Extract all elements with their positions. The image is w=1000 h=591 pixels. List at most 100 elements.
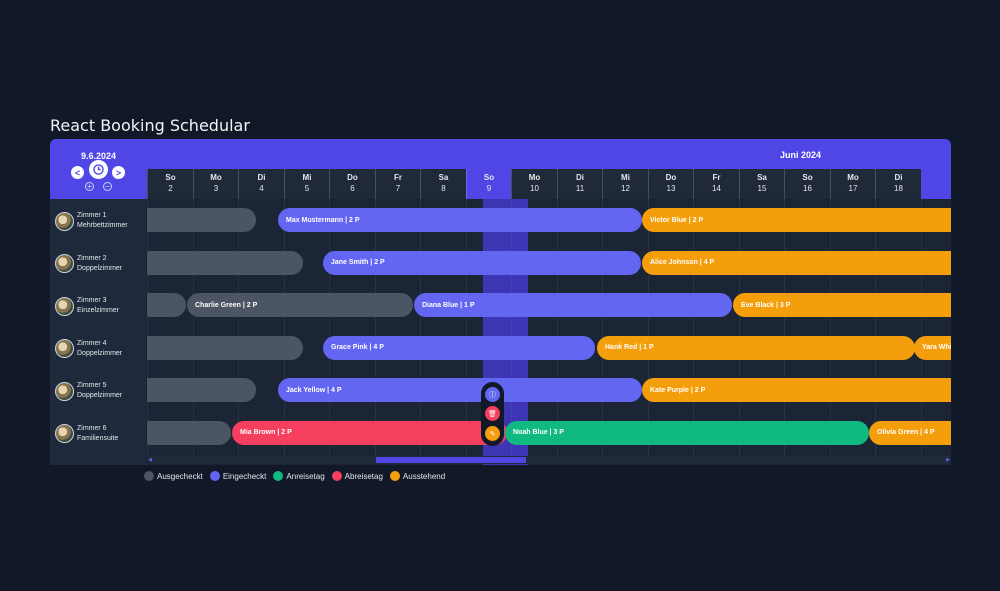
legend-label: Abreisetag [344, 471, 383, 481]
legend-dot-icon [389, 471, 400, 481]
day-name: Mo [210, 173, 222, 182]
room-type: Einzelzimmer [77, 307, 120, 314]
booking-bar[interactable]: Kate Purple | 2 P [642, 378, 951, 402]
zoom-out-button[interactable]: − [103, 182, 112, 191]
booking-bar[interactable]: Yara White [914, 335, 951, 360]
day-header: So 2 [147, 169, 193, 199]
day-date: 4 [259, 184, 264, 193]
day-date: 16 [803, 184, 812, 193]
booking-bar[interactable]: Charlie Green | 2 P [187, 293, 413, 317]
booking-bar[interactable] [147, 250, 303, 275]
day-date: 2 [168, 184, 173, 193]
scroll-left-icon[interactable]: ◀ [147, 456, 153, 464]
day-header: Sa 8 [420, 169, 466, 199]
room-type: Doppelzimmer [77, 392, 123, 399]
room-row[interactable]: Zimmer 3 Einzelzimmer [50, 285, 146, 327]
zoom-in-button[interactable]: + [85, 182, 94, 191]
day-date: 7 [395, 184, 401, 193]
day-header: Do 13 [647, 169, 694, 199]
room-name: Zimmer 6 [77, 424, 107, 432]
day-name: Di [576, 173, 584, 182]
booking-bar[interactable] [147, 335, 303, 360]
day-date: 5 [304, 184, 310, 193]
booking-bar[interactable]: Noah Blue | 3 P [505, 420, 869, 445]
delete-button[interactable]: 🗑 [485, 406, 500, 421]
day-date: 18 [894, 184, 903, 193]
booking-bar[interactable]: Max Mustermann | 2 P [278, 208, 642, 232]
booking-bar[interactable] [147, 208, 256, 232]
date-controls: 9.6.2024 < > + − [50, 139, 147, 199]
info-icon: ⓘ [489, 391, 496, 399]
day-header: Di 18 [875, 169, 921, 199]
day-date: 10 [530, 184, 539, 193]
legend-item: Ausgecheckt [144, 471, 203, 481]
room-type: Familiensuite [77, 434, 119, 442]
day-date: 15 [757, 184, 767, 193]
day-name: Mo [847, 173, 859, 182]
room-avatar [55, 339, 74, 358]
plus-icon: + [87, 182, 92, 191]
day-header: Di 4 [238, 169, 284, 199]
room-row[interactable]: Zimmer 6 Familiensuite [50, 413, 146, 455]
legend-item: Ausstehend [389, 471, 445, 481]
day-name: Mi [302, 173, 312, 182]
edit-button[interactable]: ✎ [485, 426, 500, 441]
room-label: Zimmer 2 Doppelzimmer [77, 254, 122, 274]
chevron-right-icon: > [115, 167, 122, 178]
booking-bar[interactable] [147, 420, 231, 445]
page-title: React Booking Schedular [50, 116, 250, 135]
day-header: Sa 15 [738, 169, 785, 199]
room-type: Doppelzimmer [77, 264, 123, 272]
day-date: 8 [441, 184, 446, 193]
day-header: Fr 14 [693, 169, 739, 199]
booking-bar[interactable]: Victor Blue | 2 P [642, 208, 951, 232]
room-label: Zimmer 3 Einzelzimmer [77, 296, 119, 316]
booking-bar[interactable]: Mia Brown | 2 P [232, 420, 507, 445]
room-label: Zimmer 1 Mehrbettzimmer [77, 211, 128, 231]
room-type: Doppelzimmer [77, 349, 123, 357]
day-header: So 9 [465, 169, 512, 199]
legend-label: Anreisetag [286, 471, 325, 481]
legend-label: Eingecheckt [222, 471, 267, 481]
room-row[interactable]: Zimmer 1 Mehrbettzimmer [50, 200, 146, 242]
info-button[interactable]: ⓘ [485, 387, 500, 402]
day-date: 9 [486, 184, 492, 193]
booking-bar[interactable]: Hank Red | 1 P [597, 335, 915, 360]
booking-bar[interactable]: Jack Yellow | 4 P [278, 378, 642, 402]
booking-bar[interactable]: Diana Blue | 1 P [414, 293, 732, 317]
day-name: Di [894, 173, 903, 182]
booking-bar[interactable]: Jane Smith | 2 P [323, 250, 641, 275]
day-name: Mi [621, 173, 630, 182]
day-name: Sa [757, 173, 767, 182]
booking-action-menu: ⓘ 🗑 ✎ [481, 382, 504, 446]
horizontal-scrollbar[interactable]: ◀ ▶ [147, 456, 951, 464]
room-row[interactable]: Zimmer 5 Doppelzimmer [50, 370, 146, 412]
legend-dot-icon [273, 471, 284, 481]
next-button[interactable]: > [112, 166, 125, 179]
day-header: Mi 5 [283, 169, 330, 199]
room-row[interactable]: Zimmer 2 Doppelzimmer [50, 243, 146, 285]
day-header: So 16 [784, 169, 830, 199]
day-header: Di 11 [556, 169, 603, 199]
room-name: Zimmer 5 [77, 382, 107, 389]
booking-bar[interactable] [147, 293, 186, 317]
booking-bar[interactable]: Eve Black | 3 P [733, 293, 951, 317]
booking-bar[interactable] [147, 378, 256, 402]
room-row[interactable]: Zimmer 4 Doppelzimmer [50, 328, 146, 370]
room-name: Zimmer 3 [77, 297, 107, 304]
trash-icon: 🗑 [488, 410, 497, 418]
scroll-right-icon[interactable]: ▶ [945, 456, 951, 464]
prev-button[interactable]: < [71, 166, 84, 179]
legend-item: Anreisetag [273, 471, 325, 481]
booking-bar[interactable]: Olivia Green | 4 P [869, 420, 951, 445]
today-clock-button[interactable] [89, 160, 108, 179]
day-date: 11 [575, 184, 585, 193]
day-header: Do 6 [329, 169, 375, 199]
scrollbar-thumb[interactable] [376, 457, 526, 463]
room-type: Mehrbettzimmer [77, 222, 128, 229]
day-date: 14 [712, 184, 721, 193]
legend-dot-icon [331, 471, 342, 481]
booking-bar[interactable]: Grace Pink | 4 P [323, 335, 595, 360]
booking-bar[interactable]: Alice Johnson | 4 P [642, 250, 951, 275]
day-date: 12 [621, 184, 630, 193]
